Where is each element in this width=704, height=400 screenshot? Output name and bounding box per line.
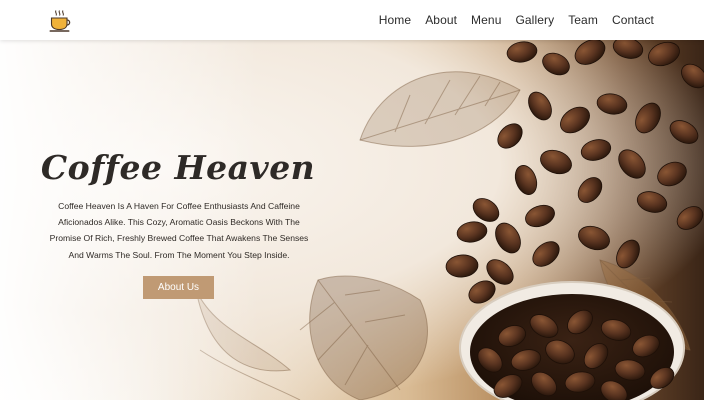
nav-contact-link[interactable]: Contact [612, 13, 654, 27]
nav-home-link[interactable]: Home [379, 13, 411, 27]
nav-team-link[interactable]: Team [568, 13, 598, 27]
nav-gallery-link[interactable]: Gallery [515, 13, 554, 27]
nav-about-link[interactable]: About [425, 13, 457, 27]
nav-menu-link[interactable]: Menu [471, 13, 501, 27]
hero-title: Coffee Heaven [40, 148, 316, 187]
about-us-button[interactable]: About Us [143, 276, 214, 299]
main-nav: Home About Menu Gallery Team Contact [365, 0, 654, 40]
hero-description: Coffee Heaven Is A Haven For Coffee Enth… [49, 201, 309, 260]
top-navbar: Home About Menu Gallery Team Contact [0, 0, 704, 40]
hero-section: Coffee Heaven Coffee Heaven Is A Haven F… [0, 40, 704, 400]
coffee-cup-icon[interactable] [48, 9, 72, 33]
